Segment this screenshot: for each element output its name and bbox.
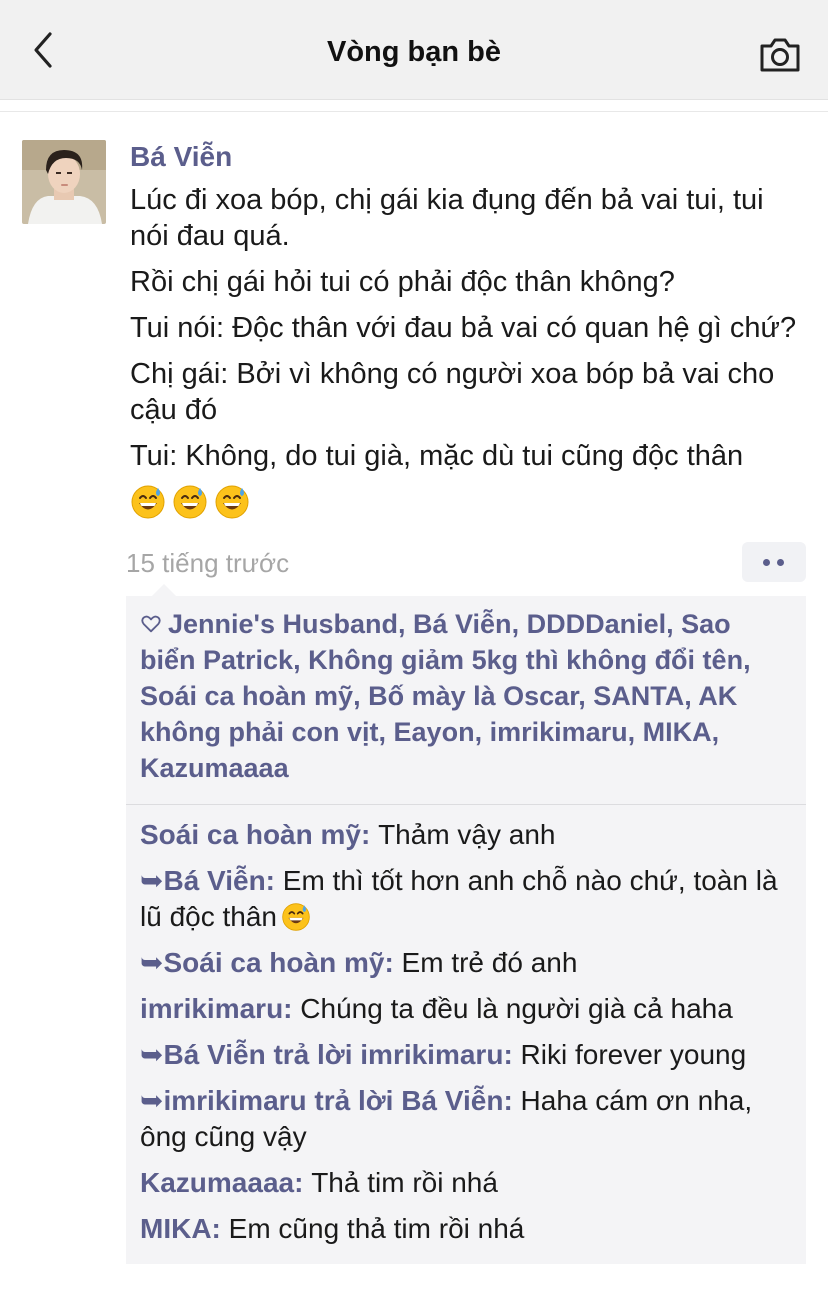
comment-colon: : xyxy=(211,1213,229,1244)
post-timestamp: 15 tiếng trước xyxy=(126,548,290,578)
grinning-sweat-emoji-icon xyxy=(215,485,249,519)
camera-button[interactable] xyxy=(758,36,802,74)
like-separator: , xyxy=(743,645,751,675)
header-divider xyxy=(0,100,828,112)
heart-outline-icon xyxy=(141,615,161,633)
camera-icon xyxy=(760,38,800,72)
comment-author[interactable]: imrikimaru xyxy=(140,993,283,1024)
comments-list: Soái ca hoàn mỹ: Thảm vậy anh ➥Bá Viễn: E… xyxy=(126,805,806,1247)
emoji-row xyxy=(130,484,810,524)
like-name[interactable]: Không giảm 5kg thì không đổi tên xyxy=(308,645,743,675)
like-separator: , xyxy=(378,717,394,747)
like-separator: , xyxy=(511,609,527,639)
comment-row[interactable]: ➥Soái ca hoàn mỹ: Em trẻ đó anh xyxy=(140,945,792,981)
like-name[interactable]: DDDDaniel xyxy=(527,609,667,639)
like-name[interactable]: Bá Viễn xyxy=(413,609,512,639)
post-text-line: Chị gái: Bởi vì không có người xoa bóp b… xyxy=(130,358,775,426)
comment-colon: : xyxy=(360,819,379,850)
like-separator: , xyxy=(684,681,699,711)
top-bar: Vòng bạn bè xyxy=(0,0,828,100)
reply-arrow-icon: ➥ xyxy=(140,1039,164,1070)
comment-colon: : xyxy=(294,1167,312,1198)
comment-author[interactable]: Soái ca hoàn mỹ xyxy=(140,819,361,850)
comment-author[interactable]: imrikimaru trả lời Bá Viễn xyxy=(163,1085,503,1116)
like-separator: , xyxy=(397,609,413,639)
like-name[interactable]: SANTA xyxy=(593,681,684,711)
comment-text: Thả tim rồi nhá xyxy=(311,1167,498,1198)
page-title: Vòng bạn bè xyxy=(327,36,501,68)
comment-text: Thảm vậy anh xyxy=(378,819,556,850)
grinning-sweat-emoji-icon xyxy=(131,485,165,519)
avatar[interactable] xyxy=(22,140,106,224)
like-name[interactable]: Eayon xyxy=(394,717,475,747)
comment-author[interactable]: Kazumaaaa xyxy=(140,1167,294,1198)
comment-author[interactable]: MIKA xyxy=(140,1213,212,1244)
grinning-sweat-emoji-icon xyxy=(173,485,207,519)
grinning-sweat-emoji-icon xyxy=(282,903,310,931)
like-separator: , xyxy=(353,681,369,711)
post-text-line: Tui: Không, do tui già, mặc dù tui cũng … xyxy=(130,440,744,472)
comment-colon: : xyxy=(503,1039,521,1070)
comment-text: Em cũng thả tim rồi nhá xyxy=(228,1213,525,1244)
comment-author[interactable]: Bá Viễn xyxy=(163,865,265,896)
like-separator: , xyxy=(666,609,682,639)
comment-text: Riki forever young xyxy=(520,1039,747,1070)
like-name[interactable]: Soái ca hoàn mỹ xyxy=(140,681,353,711)
moment-post: Bá Viễn Lúc đi xoa bóp, chị gái kia đụng… xyxy=(130,140,810,524)
comment-author[interactable]: Soái ca hoàn mỹ xyxy=(163,947,384,978)
dot-icon xyxy=(777,559,784,566)
like-separator: , xyxy=(293,645,309,675)
like-name[interactable]: imrikimaru xyxy=(490,717,628,747)
post-text-line: Lúc đi xoa bóp, chị gái kia đụng đến bả … xyxy=(130,184,764,252)
like-separator: , xyxy=(627,717,643,747)
like-separator: , xyxy=(711,717,720,747)
post-text-line: Rồi chị gái hỏi tui có phải độc thân khô… xyxy=(130,266,675,298)
comment-colon: : xyxy=(283,993,301,1024)
comment-colon: : xyxy=(384,947,402,978)
comment-row[interactable]: ➥Bá Viễn: Em thì tốt hơn anh chỗ nào chứ… xyxy=(140,863,792,935)
likes-comments-panel: Jennie's Husband, Bá Viễn, DDDDaniel, Sa… xyxy=(126,584,806,1264)
like-name[interactable]: Bố mày là Oscar xyxy=(368,681,578,711)
comment-row[interactable]: Soái ca hoàn mỹ: Thảm vậy anh xyxy=(140,817,792,853)
comment-author[interactable]: Bá Viễn trả lời imrikimaru xyxy=(163,1039,503,1070)
post-text-line: Tui nói: Độc thân với đau bả vai có quan… xyxy=(130,312,797,344)
comment-row[interactable]: imrikimaru: Chúng ta đều là người già cả… xyxy=(140,991,792,1027)
dot-icon xyxy=(763,559,770,566)
like-separator: , xyxy=(474,717,490,747)
reply-arrow-icon: ➥ xyxy=(140,1085,164,1116)
reply-arrow-icon: ➥ xyxy=(140,865,164,896)
like-separator: , xyxy=(578,681,594,711)
post-author[interactable]: Bá Viễn xyxy=(130,140,810,174)
like-name[interactable]: Jennie's Husband xyxy=(168,609,398,639)
likes-list: Jennie's Husband, Bá Viễn, DDDDaniel, Sa… xyxy=(126,596,806,794)
avatar-photo xyxy=(22,140,106,224)
comment-row[interactable]: ➥imrikimaru trả lời Bá Viễn: Haha cám ơn… xyxy=(140,1083,792,1155)
comment-text: Chúng ta đều là người già cả haha xyxy=(300,993,733,1024)
more-actions-button[interactable] xyxy=(742,542,806,582)
like-name[interactable]: Kazumaaaa xyxy=(140,753,289,783)
reply-arrow-icon: ➥ xyxy=(140,947,164,978)
comment-colon: : xyxy=(265,865,283,896)
comment-row[interactable]: Kazumaaaa: Thả tim rồi nhá xyxy=(140,1165,792,1201)
comment-text: Em trẻ đó anh xyxy=(401,947,578,978)
comment-colon: : xyxy=(503,1085,521,1116)
comment-row[interactable]: ➥Bá Viễn trả lời imrikimaru: Riki foreve… xyxy=(140,1037,792,1073)
like-name[interactable]: MIKA xyxy=(643,717,712,747)
comment-row[interactable]: MIKA: Em cũng thả tim rồi nhá xyxy=(140,1211,792,1247)
